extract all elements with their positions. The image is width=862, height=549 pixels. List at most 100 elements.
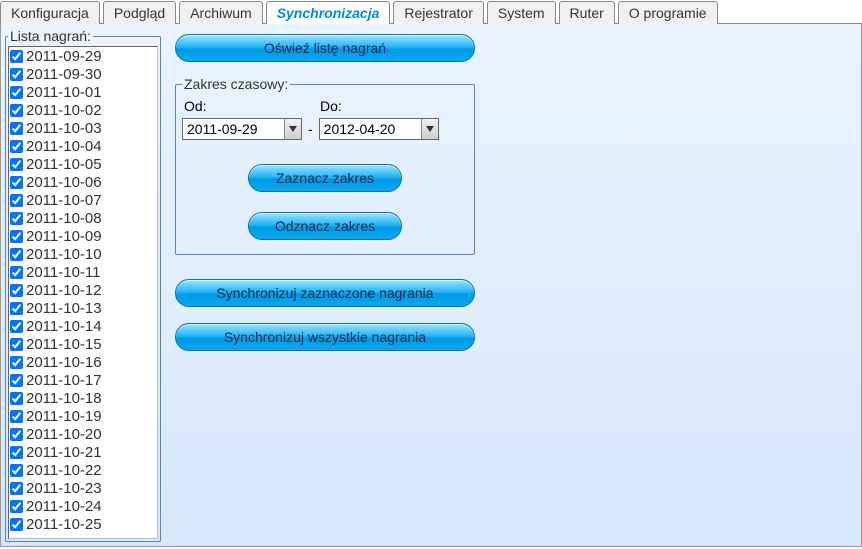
sync-buttons: Synchronizuj zaznaczone nagrania Synchro… (175, 279, 857, 351)
chevron-down-icon[interactable] (421, 119, 438, 139)
recording-checkbox[interactable] (10, 284, 23, 297)
recording-checkbox[interactable] (10, 302, 23, 315)
recordings-fieldset: Lista nagrań: 2011-09-292011-09-302011-1… (5, 28, 161, 542)
recording-checkbox[interactable] (10, 86, 23, 99)
tab-rejestrator[interactable]: Rejestrator (393, 1, 483, 24)
recording-date: 2011-10-13 (26, 300, 102, 317)
recording-checkbox[interactable] (10, 158, 23, 171)
chevron-down-icon[interactable] (284, 119, 301, 139)
recording-date: 2011-10-14 (26, 318, 102, 335)
recording-date: 2011-10-09 (26, 228, 102, 245)
recording-checkbox[interactable] (10, 212, 23, 225)
recording-date: 2011-10-01 (26, 84, 102, 101)
select-range-button[interactable]: Zaznacz zakres (248, 164, 402, 192)
list-item[interactable]: 2011-10-07 (9, 191, 157, 209)
tab-podgląd[interactable]: Podgląd (103, 1, 176, 24)
recording-date: 2011-10-17 (26, 372, 102, 389)
recording-date: 2011-10-25 (26, 516, 102, 533)
recording-checkbox[interactable] (10, 410, 23, 423)
recording-checkbox[interactable] (10, 446, 23, 459)
recording-checkbox[interactable] (10, 464, 23, 477)
list-item[interactable]: 2011-10-04 (9, 137, 157, 155)
recording-date: 2011-09-29 (26, 48, 102, 65)
list-item[interactable]: 2011-10-13 (9, 299, 157, 317)
recording-date: 2011-10-04 (26, 138, 102, 155)
recording-date: 2011-10-22 (26, 462, 102, 479)
recording-checkbox[interactable] (10, 518, 23, 531)
recordings-list[interactable]: 2011-09-292011-09-302011-10-012011-10-02… (9, 47, 157, 538)
to-label: Do: (320, 98, 342, 114)
recordings-list-wrap: 2011-09-292011-09-302011-10-012011-10-02… (8, 46, 158, 539)
list-item[interactable]: 2011-10-03 (9, 119, 157, 137)
recording-date: 2011-10-18 (26, 390, 102, 407)
recording-checkbox[interactable] (10, 374, 23, 387)
list-item[interactable]: 2011-10-19 (9, 407, 157, 425)
tab-archiwum[interactable]: Archiwum (179, 1, 262, 24)
recording-date: 2011-10-03 (26, 120, 102, 137)
recording-checkbox[interactable] (10, 68, 23, 81)
list-item[interactable]: 2011-10-22 (9, 461, 157, 479)
recording-checkbox[interactable] (10, 248, 23, 261)
sync-selected-button[interactable]: Synchronizuj zaznaczone nagrania (175, 279, 475, 307)
tab-ruter[interactable]: Ruter (559, 1, 615, 24)
refresh-list-button[interactable]: Oświeź listę nagrań (175, 34, 475, 62)
recording-checkbox[interactable] (10, 140, 23, 153)
list-item[interactable]: 2011-10-23 (9, 479, 157, 497)
tab-content: Lista nagrań: 2011-09-292011-09-302011-1… (0, 24, 862, 547)
left-panel: Lista nagrań: 2011-09-292011-09-302011-1… (5, 28, 161, 542)
list-item[interactable]: 2011-10-24 (9, 497, 157, 515)
tab-o-programie[interactable]: O programie (618, 1, 718, 24)
list-item[interactable]: 2011-10-02 (9, 101, 157, 119)
list-item[interactable]: 2011-09-29 (9, 47, 157, 65)
list-item[interactable]: 2011-10-05 (9, 155, 157, 173)
recording-checkbox[interactable] (10, 338, 23, 351)
recording-checkbox[interactable] (10, 356, 23, 369)
to-date-select[interactable]: 2012-04-20 (319, 118, 439, 140)
list-item[interactable]: 2011-10-21 (9, 443, 157, 461)
recording-checkbox[interactable] (10, 500, 23, 513)
list-item[interactable]: 2011-10-15 (9, 335, 157, 353)
sync-all-button[interactable]: Synchronizuj wszystkie nagrania (175, 323, 475, 351)
list-item[interactable]: 2011-10-18 (9, 389, 157, 407)
recording-date: 2011-10-21 (26, 444, 102, 461)
list-item[interactable]: 2011-10-09 (9, 227, 157, 245)
range-labels: Od: Do: (182, 96, 468, 116)
list-item[interactable]: 2011-10-12 (9, 281, 157, 299)
list-item[interactable]: 2011-10-01 (9, 83, 157, 101)
recording-date: 2011-10-16 (26, 354, 102, 371)
list-item[interactable]: 2011-10-08 (9, 209, 157, 227)
from-date-select[interactable]: 2011-09-29 (182, 118, 302, 140)
tab-konfiguracja[interactable]: Konfiguracja (0, 1, 100, 24)
list-item[interactable]: 2011-10-16 (9, 353, 157, 371)
recording-date: 2011-10-06 (26, 174, 102, 191)
recording-date: 2011-10-19 (26, 408, 102, 425)
recording-checkbox[interactable] (10, 392, 23, 405)
recording-checkbox[interactable] (10, 428, 23, 441)
recording-checkbox[interactable] (10, 266, 23, 279)
list-item[interactable]: 2011-10-20 (9, 425, 157, 443)
to-date-value: 2012-04-20 (324, 121, 396, 137)
recording-checkbox[interactable] (10, 176, 23, 189)
recording-date: 2011-10-23 (26, 480, 102, 497)
recording-checkbox[interactable] (10, 482, 23, 495)
list-item[interactable]: 2011-10-17 (9, 371, 157, 389)
list-item[interactable]: 2011-10-14 (9, 317, 157, 335)
list-item[interactable]: 2011-10-11 (9, 263, 157, 281)
recording-checkbox[interactable] (10, 230, 23, 243)
from-date-value: 2011-09-29 (187, 121, 258, 137)
list-item[interactable]: 2011-10-06 (9, 173, 157, 191)
recording-date: 2011-10-24 (26, 498, 102, 515)
list-item[interactable]: 2011-10-25 (9, 515, 157, 533)
recording-checkbox[interactable] (10, 122, 23, 135)
list-item[interactable]: 2011-10-10 (9, 245, 157, 263)
recording-checkbox[interactable] (10, 194, 23, 207)
recording-checkbox[interactable] (10, 50, 23, 63)
deselect-range-button[interactable]: Odznacz zakres (248, 212, 402, 240)
tab-system[interactable]: System (487, 1, 556, 24)
list-item[interactable]: 2011-09-30 (9, 65, 157, 83)
recording-checkbox[interactable] (10, 320, 23, 333)
tab-synchronizacja[interactable]: Synchronizacja (266, 1, 391, 24)
time-range-fieldset: Zakres czasowy: Od: Do: 2011-09-29 - 201… (175, 76, 475, 255)
recording-date: 2011-10-12 (26, 282, 102, 299)
recording-checkbox[interactable] (10, 104, 23, 117)
